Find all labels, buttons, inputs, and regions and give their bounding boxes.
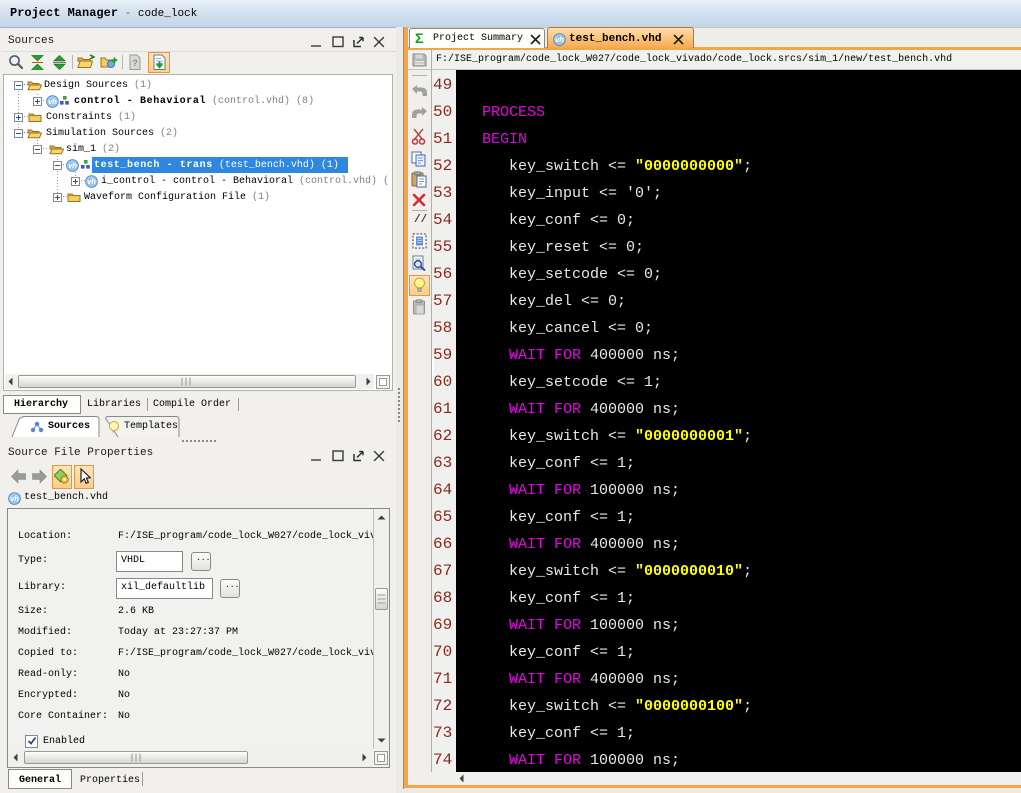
svg-text:vh: vh bbox=[48, 97, 57, 106]
svg-text:vh: vh bbox=[555, 35, 564, 44]
svg-text:vh: vh bbox=[10, 494, 19, 503]
svg-text:vh: vh bbox=[87, 177, 96, 186]
svg-text:?: ? bbox=[132, 58, 138, 68]
svg-text:vh: vh bbox=[68, 161, 77, 170]
